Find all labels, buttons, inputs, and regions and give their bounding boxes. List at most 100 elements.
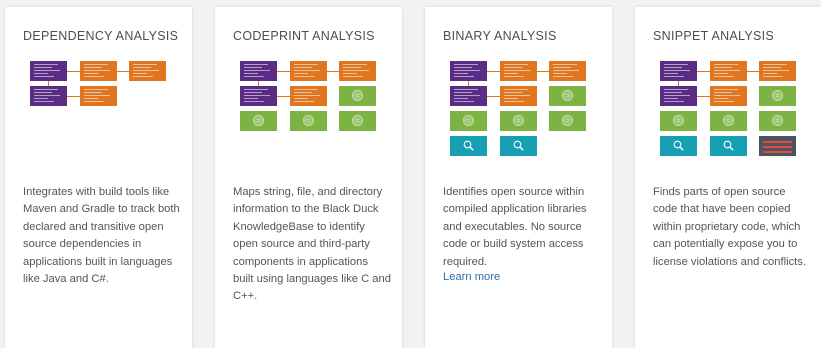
code-line	[34, 67, 52, 68]
code-line	[84, 92, 102, 93]
code-line	[34, 98, 48, 99]
orange-component-tile	[549, 61, 586, 81]
code-line	[343, 73, 357, 74]
code-line	[244, 73, 258, 74]
code-line	[504, 95, 530, 96]
code-line	[133, 70, 159, 71]
code-line	[34, 76, 54, 77]
purple-component-tile	[240, 61, 277, 81]
binary-analysis-card: BINARY ANALYSIS Identifies open source w…	[425, 7, 612, 348]
connector-line	[117, 71, 129, 72]
code-line	[34, 92, 52, 93]
teal-component-tile	[450, 136, 487, 156]
code-line	[504, 76, 524, 77]
code-line	[84, 101, 104, 102]
teal-component-tile	[660, 136, 697, 156]
connector-line	[67, 71, 80, 72]
magnifier-icon	[463, 140, 474, 151]
code-line	[294, 95, 320, 96]
code-line	[504, 67, 522, 68]
magnifier-icon	[513, 140, 524, 151]
green-component-tile	[500, 111, 537, 131]
fingerprint-icon	[562, 90, 573, 101]
code-line	[504, 89, 528, 90]
card-title: CODEPRINT ANALYSIS	[233, 29, 375, 43]
code-line	[504, 73, 518, 74]
code-line	[763, 67, 781, 68]
code-line	[244, 70, 270, 71]
code-line	[294, 89, 318, 90]
fingerprint-icon	[352, 90, 363, 101]
code-line	[664, 76, 684, 77]
purple-component-tile	[450, 61, 487, 81]
code-line	[504, 101, 524, 102]
card-description: Maps string, file, and directory informa…	[233, 186, 391, 303]
connector-line	[487, 96, 500, 97]
code-line	[84, 98, 98, 99]
code-line	[34, 70, 60, 71]
green-component-tile	[450, 111, 487, 131]
green-component-tile	[549, 111, 586, 131]
connector-line	[537, 71, 549, 72]
code-line	[504, 64, 528, 65]
code-line	[454, 76, 474, 77]
code-line	[244, 92, 262, 93]
fingerprint-icon	[772, 90, 783, 101]
code-line	[34, 64, 58, 65]
code-line	[763, 146, 792, 148]
code-line	[34, 89, 58, 90]
code-line	[454, 95, 480, 96]
green-component-tile	[290, 111, 327, 131]
green-component-tile	[759, 111, 796, 131]
green-component-tile	[710, 111, 747, 131]
connector-line	[487, 71, 500, 72]
code-line	[664, 73, 678, 74]
code-line	[454, 64, 478, 65]
code-line	[664, 70, 690, 71]
code-line	[133, 67, 151, 68]
code-line	[504, 92, 522, 93]
code-line	[133, 76, 153, 77]
code-line	[714, 70, 740, 71]
fingerprint-icon	[673, 115, 684, 126]
code-line	[664, 95, 690, 96]
code-line	[553, 76, 573, 77]
connector-line	[697, 96, 710, 97]
code-line	[454, 92, 472, 93]
purple-component-tile	[240, 86, 277, 106]
code-line	[343, 70, 369, 71]
code-line	[763, 141, 792, 143]
green-component-tile	[240, 111, 277, 131]
code-line	[714, 64, 738, 65]
orange-component-tile	[290, 61, 327, 81]
code-line	[294, 101, 314, 102]
code-line	[294, 92, 312, 93]
code-line	[244, 98, 258, 99]
code-line	[454, 98, 468, 99]
code-line	[504, 98, 518, 99]
gray-component-tile	[759, 136, 796, 156]
connector-line	[747, 71, 759, 72]
code-line	[553, 67, 571, 68]
code-line	[84, 95, 110, 96]
code-line	[714, 101, 734, 102]
orange-component-tile	[759, 61, 796, 81]
fingerprint-icon	[253, 115, 264, 126]
code-line	[454, 101, 474, 102]
card-description: Finds parts of open source code that hav…	[653, 186, 806, 268]
code-line	[294, 70, 320, 71]
code-line	[763, 76, 783, 77]
code-line	[763, 73, 777, 74]
dependency-analysis-card: DEPENDENCY ANALYSIS Integrates with buil…	[5, 7, 192, 348]
fingerprint-icon	[772, 115, 783, 126]
orange-component-tile	[80, 86, 117, 106]
learn-more-link[interactable]: Learn more	[443, 271, 500, 283]
code-line	[244, 101, 264, 102]
code-line	[244, 64, 268, 65]
green-component-tile	[339, 111, 376, 131]
green-component-tile	[759, 86, 796, 106]
card-description: Integrates with build tools like Maven a…	[23, 186, 180, 286]
code-line	[714, 98, 728, 99]
code-line	[343, 76, 363, 77]
code-line	[343, 64, 367, 65]
